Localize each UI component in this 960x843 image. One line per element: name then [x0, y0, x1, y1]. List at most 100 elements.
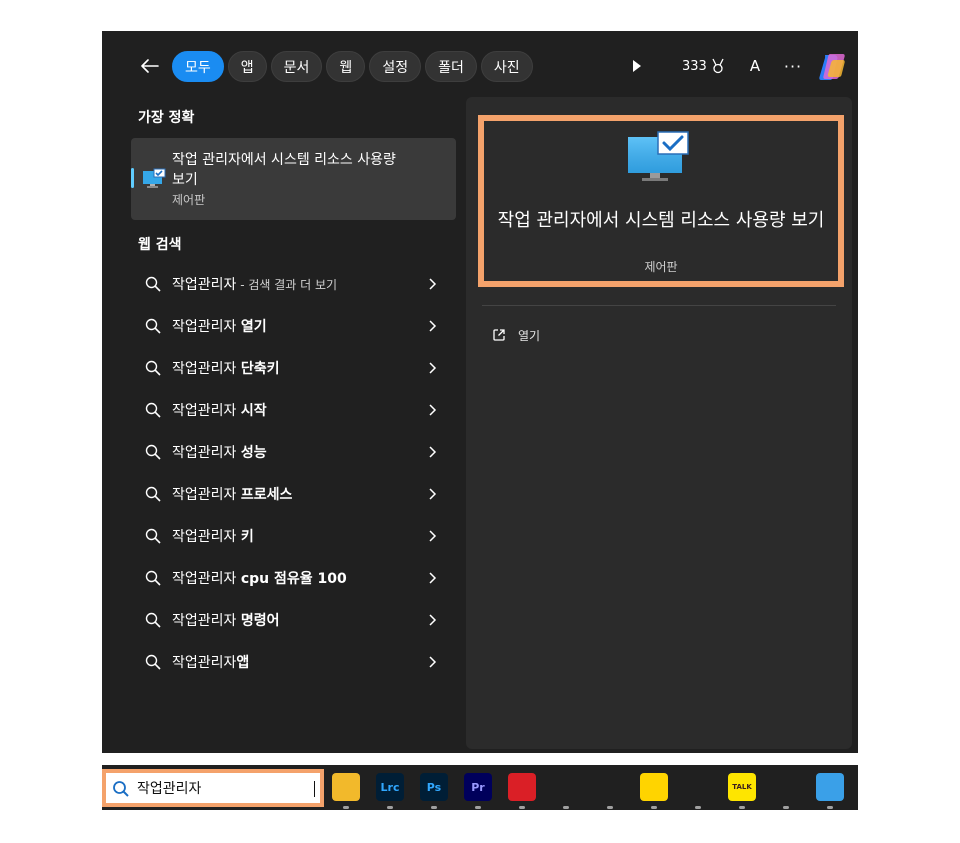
running-indicator — [519, 806, 525, 809]
preview-divider — [482, 305, 836, 306]
photoshop-label: Ps — [426, 780, 442, 794]
medal-icon — [712, 58, 724, 74]
filter-chip-web[interactable]: 웹 — [326, 51, 366, 82]
best-match-result[interactable]: 작업 관리자에서 시스템 리소스 사용량 보기 제어판 — [131, 138, 456, 220]
selection-indicator — [131, 168, 134, 188]
text-caret — [314, 781, 315, 797]
web-search-item-label: 작업관리자 열기 — [172, 319, 267, 335]
creative-cloud-icon[interactable] — [508, 773, 536, 809]
premiere-pro-label: Pr — [471, 780, 485, 794]
filter-chip-apps[interactable]: 앱 — [227, 51, 267, 82]
chevron-right-icon — [429, 572, 437, 584]
running-indicator — [739, 806, 745, 809]
utility-app-icon[interactable] — [772, 773, 800, 809]
filter-chip-settings[interactable]: 설정 — [369, 51, 422, 82]
running-indicator — [827, 806, 833, 809]
photoshop-icon[interactable]: Ps — [420, 773, 448, 809]
taskbar: 작업관리자 Lrc Ps Pr TALK — [102, 765, 858, 810]
open-action[interactable]: 열기 — [492, 325, 540, 345]
web-search-item-label: 작업관리자 명령어 — [172, 613, 280, 629]
monitor-check-icon — [143, 168, 166, 188]
chevron-right-icon — [429, 446, 437, 458]
search-icon — [145, 486, 161, 502]
notepad-icon[interactable] — [816, 773, 844, 809]
best-match-heading: 가장 정확 — [138, 110, 195, 126]
filter-chips: 모두 앱 문서 웹 설정 폴더 사진 — [172, 51, 533, 82]
web-search-item[interactable]: 작업관리자 명령어 — [131, 599, 456, 641]
search-icon — [145, 444, 161, 460]
premiere-pro-icon[interactable]: Pr — [464, 773, 492, 809]
web-search-item-label: 작업관리자 단축키 — [172, 361, 280, 377]
search-icon — [145, 360, 161, 376]
running-indicator — [431, 806, 437, 809]
running-indicator — [783, 806, 789, 809]
copilot-icon — [819, 54, 845, 80]
chevron-right-icon — [429, 614, 437, 626]
search-icon — [145, 402, 161, 418]
search-icon — [145, 612, 161, 628]
best-match-title: 작업 관리자에서 시스템 리소스 사용량 보기 — [172, 152, 396, 188]
web-search-item-label: 작업관리자앱 — [172, 655, 250, 671]
best-match-subtitle: 제어판 — [172, 193, 206, 207]
filter-chip-photos[interactable]: 사진 — [480, 51, 533, 82]
chevron-right-icon — [429, 278, 437, 290]
sticky-notes-icon[interactable] — [640, 773, 668, 809]
web-search-item[interactable]: 작업관리자 - 검색 결과 더 보기 — [131, 263, 456, 305]
running-indicator — [607, 806, 613, 809]
web-search-item[interactable]: 작업관리자 열기 — [131, 305, 456, 347]
web-search-item-label: 작업관리자 프로세스 — [172, 487, 293, 503]
more-options-button[interactable]: ··· — [782, 55, 804, 77]
play-icon — [633, 60, 641, 72]
web-browser-icon[interactable] — [684, 773, 712, 809]
web-search-item-label: 작업관리자 - 검색 결과 더 보기 — [172, 277, 338, 293]
back-button[interactable] — [138, 54, 162, 78]
lightroom-classic-label: Lrc — [380, 780, 400, 794]
web-search-item-label: 작업관리자 성능 — [172, 445, 267, 461]
chevron-right-icon — [429, 530, 437, 542]
open-action-label: 열기 — [518, 328, 541, 343]
open-external-icon — [493, 329, 505, 341]
web-search-item[interactable]: 작업관리자 키 — [131, 515, 456, 557]
rewards-points[interactable]: 333 — [682, 58, 726, 74]
points-value: 333 — [682, 58, 707, 74]
result-preview-pane: 작업 관리자에서 시스템 리소스 사용량 보기 제어판 열기 — [466, 97, 852, 749]
kakaotalk-label: TALK — [732, 783, 752, 791]
web-search-item-label: 작업관리자 키 — [172, 529, 254, 545]
kakaotalk-icon[interactable]: TALK — [728, 773, 756, 809]
filter-chip-documents[interactable]: 문서 — [270, 51, 323, 82]
search-icon — [145, 654, 161, 670]
web-search-item[interactable]: 작업관리자 성능 — [131, 431, 456, 473]
running-indicator — [475, 806, 481, 809]
search-icon — [145, 318, 161, 334]
filter-chip-all[interactable]: 모두 — [172, 51, 224, 82]
more-filters-play-button[interactable] — [630, 57, 644, 75]
file-explorer-icon[interactable] — [332, 773, 360, 809]
web-search-item[interactable]: 작업관리자 cpu 점유율 100 — [131, 557, 456, 599]
search-icon — [113, 781, 129, 797]
search-icon — [145, 528, 161, 544]
lightroom-classic-icon[interactable]: Lrc — [376, 773, 404, 809]
edge-icon[interactable] — [596, 773, 624, 809]
start-search-panel: 모두 앱 문서 웹 설정 폴더 사진 333 A ··· 가장 정확 작업 관리… — [102, 31, 858, 753]
running-indicator — [563, 806, 569, 809]
web-search-item-label: 작업관리자 cpu 점유율 100 — [172, 571, 347, 587]
chevron-right-icon — [429, 488, 437, 500]
web-search-item-label: 작업관리자 시작 — [172, 403, 267, 419]
running-indicator — [651, 806, 657, 809]
chevron-right-icon — [429, 320, 437, 332]
davinci-resolve-icon[interactable] — [552, 773, 580, 809]
web-search-item[interactable]: 작업관리자앱 — [131, 641, 456, 683]
filter-chip-folders[interactable]: 폴더 — [425, 51, 477, 82]
web-search-item[interactable]: 작업관리자 프로세스 — [131, 473, 456, 515]
account-avatar[interactable]: A — [744, 55, 766, 77]
taskbar-search-box[interactable]: 작업관리자 — [102, 769, 324, 807]
web-search-heading: 웹 검색 — [138, 237, 182, 253]
preview-subtitle: 제어판 — [644, 260, 678, 274]
back-arrow-icon — [141, 59, 159, 73]
web-search-item[interactable]: 작업관리자 단축키 — [131, 347, 456, 389]
preview-highlight: 작업 관리자에서 시스템 리소스 사용량 보기 제어판 — [478, 115, 844, 287]
monitor-check-icon — [628, 131, 689, 181]
web-search-item[interactable]: 작업관리자 시작 — [131, 389, 456, 431]
chevron-right-icon — [429, 656, 437, 668]
copilot-button[interactable] — [816, 51, 848, 83]
